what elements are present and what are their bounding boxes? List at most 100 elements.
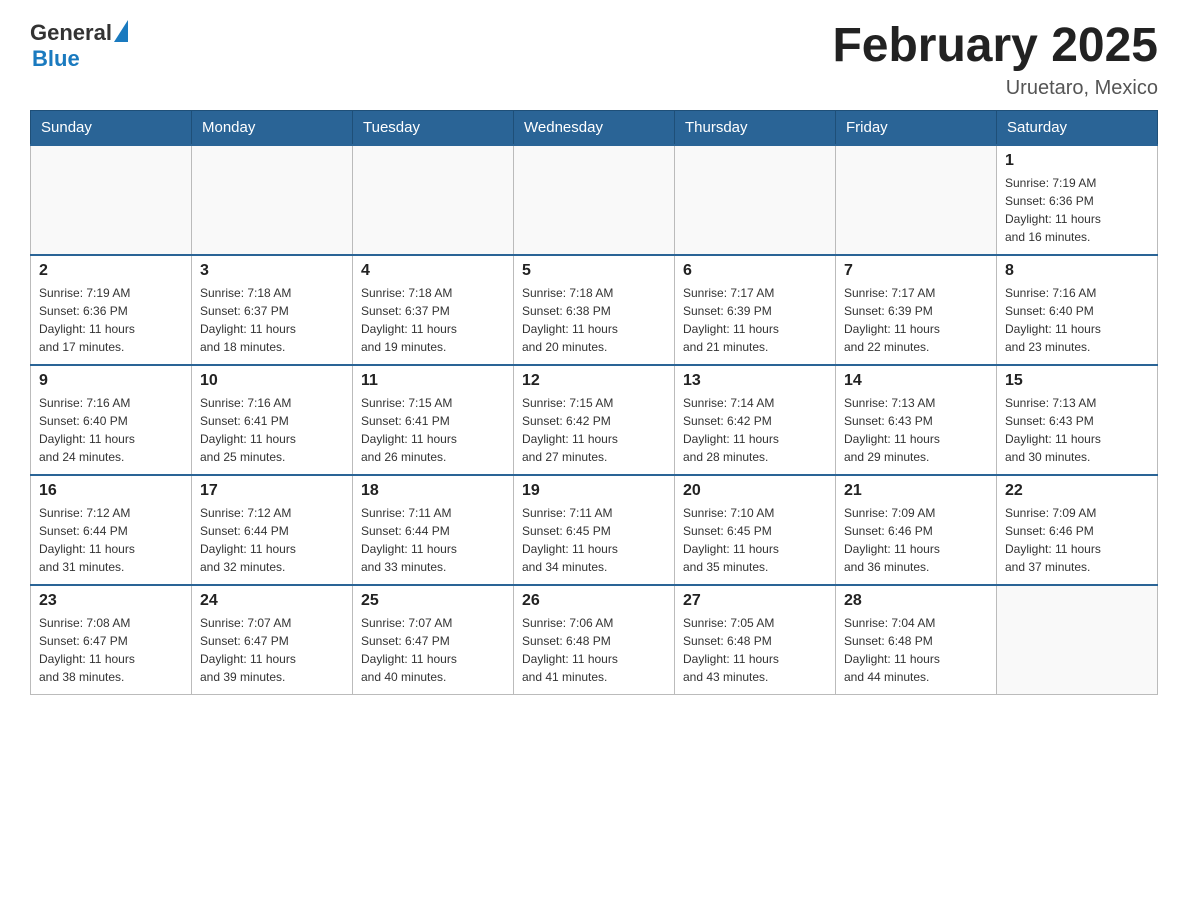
col-header-monday: Monday	[192, 110, 353, 145]
day-number: 25	[361, 592, 505, 610]
day-info: Sunrise: 7:16 AMSunset: 6:41 PMDaylight:…	[200, 394, 344, 466]
day-number: 14	[844, 372, 988, 390]
calendar-cell-w3-d1: 10 Sunrise: 7:16 AMSunset: 6:41 PMDayligh…	[192, 365, 353, 475]
day-info: Sunrise: 7:15 AMSunset: 6:41 PMDaylight:…	[361, 394, 505, 466]
day-info: Sunrise: 7:09 AMSunset: 6:46 PMDaylight:…	[1005, 504, 1149, 576]
day-info: Sunrise: 7:13 AMSunset: 6:43 PMDaylight:…	[844, 394, 988, 466]
day-info: Sunrise: 7:16 AMSunset: 6:40 PMDaylight:…	[1005, 284, 1149, 356]
calendar-cell-w5-d2: 25 Sunrise: 7:07 AMSunset: 6:47 PMDayligh…	[353, 585, 514, 695]
logo-triangle-icon	[114, 20, 128, 42]
day-number: 22	[1005, 482, 1149, 500]
calendar-cell-w2-d3: 5 Sunrise: 7:18 AMSunset: 6:38 PMDaylight…	[514, 255, 675, 365]
day-info: Sunrise: 7:11 AMSunset: 6:44 PMDaylight:…	[361, 504, 505, 576]
day-number: 4	[361, 262, 505, 280]
col-header-saturday: Saturday	[997, 110, 1158, 145]
calendar-cell-w1-d0	[31, 145, 192, 255]
day-info: Sunrise: 7:16 AMSunset: 6:40 PMDaylight:…	[39, 394, 183, 466]
calendar-cell-w4-d4: 20Sunrise: 7:10 AMSunset: 6:45 PMDayligh…	[675, 475, 836, 585]
calendar-cell-w2-d5: 7Sunrise: 7:17 AMSunset: 6:39 PMDaylight…	[836, 255, 997, 365]
day-info: Sunrise: 7:06 AMSunset: 6:48 PMDaylight:…	[522, 614, 666, 686]
day-number: 23	[39, 592, 183, 610]
col-header-wednesday: Wednesday	[514, 110, 675, 145]
day-number: 28	[844, 592, 988, 610]
day-number: 18	[361, 482, 505, 500]
calendar-cell-w3-d5: 14 Sunrise: 7:13 AMSunset: 6:43 PMDayligh…	[836, 365, 997, 475]
day-info: Sunrise: 7:04 AMSunset: 6:48 PMDaylight:…	[844, 614, 988, 686]
day-number: 15	[1005, 372, 1149, 390]
day-info: Sunrise: 7:18 AMSunset: 6:38 PMDaylight:…	[522, 284, 666, 356]
calendar-cell-w1-d1	[192, 145, 353, 255]
day-info: Sunrise: 7:18 AMSunset: 6:37 PMDaylight:…	[200, 284, 344, 356]
calendar-cell-w5-d1: 24 Sunrise: 7:07 AMSunset: 6:47 PMDayligh…	[192, 585, 353, 695]
day-number: 9	[39, 372, 183, 390]
day-number: 7	[844, 262, 988, 280]
day-info: Sunrise: 7:08 AMSunset: 6:47 PMDaylight:…	[39, 614, 183, 686]
week-row-2: 2 Sunrise: 7:19 AMSunset: 6:36 PMDaylight…	[31, 255, 1158, 365]
day-info: Sunrise: 7:19 AMSunset: 6:36 PMDaylight:…	[39, 284, 183, 356]
day-number: 19	[522, 482, 666, 500]
page-header: General Blue February 2025 Uruetaro, Mex…	[30, 20, 1158, 100]
day-info: Sunrise: 7:09 AMSunset: 6:46 PMDaylight:…	[844, 504, 988, 576]
day-info: Sunrise: 7:13 AMSunset: 6:43 PMDaylight:…	[1005, 394, 1149, 466]
day-number: 13	[683, 372, 827, 390]
day-number: 8	[1005, 262, 1149, 280]
calendar-cell-w1-d5	[836, 145, 997, 255]
day-info: Sunrise: 7:12 AMSunset: 6:44 PMDaylight:…	[200, 504, 344, 576]
day-number: 5	[522, 262, 666, 280]
day-info: Sunrise: 7:12 AMSunset: 6:44 PMDaylight:…	[39, 504, 183, 576]
day-info: Sunrise: 7:07 AMSunset: 6:47 PMDaylight:…	[361, 614, 505, 686]
title-section: February 2025 Uruetaro, Mexico	[832, 20, 1158, 100]
day-number: 12	[522, 372, 666, 390]
month-title: February 2025	[832, 20, 1158, 73]
day-info: Sunrise: 7:18 AMSunset: 6:37 PMDaylight:…	[361, 284, 505, 356]
day-info: Sunrise: 7:05 AMSunset: 6:48 PMDaylight:…	[683, 614, 827, 686]
logo-blue-text: Blue	[32, 46, 128, 72]
day-number: 2	[39, 262, 183, 280]
day-number: 10	[200, 372, 344, 390]
calendar-cell-w5-d5: 28 Sunrise: 7:04 AMSunset: 6:48 PMDayligh…	[836, 585, 997, 695]
calendar-cell-w3-d4: 13 Sunrise: 7:14 AMSunset: 6:42 PMDayligh…	[675, 365, 836, 475]
day-info: Sunrise: 7:11 AMSunset: 6:45 PMDaylight:…	[522, 504, 666, 576]
col-header-friday: Friday	[836, 110, 997, 145]
calendar-header-row: Sunday Monday Tuesday Wednesday Thursday…	[31, 110, 1158, 145]
day-number: 17	[200, 482, 344, 500]
calendar-cell-w5-d0: 23 Sunrise: 7:08 AMSunset: 6:47 PMDayligh…	[31, 585, 192, 695]
col-header-tuesday: Tuesday	[353, 110, 514, 145]
day-number: 24	[200, 592, 344, 610]
day-number: 21	[844, 482, 988, 500]
calendar-cell-w1-d4	[675, 145, 836, 255]
calendar-cell-w2-d4: 6 Sunrise: 7:17 AMSunset: 6:39 PMDaylight…	[675, 255, 836, 365]
calendar-cell-w1-d6: 1 Sunrise: 7:19 AMSunset: 6:36 PMDaylight…	[997, 145, 1158, 255]
day-info: Sunrise: 7:07 AMSunset: 6:47 PMDaylight:…	[200, 614, 344, 686]
week-row-3: 9 Sunrise: 7:16 AMSunset: 6:40 PMDaylight…	[31, 365, 1158, 475]
day-number: 27	[683, 592, 827, 610]
logo-line1: General	[30, 20, 128, 46]
calendar-cell-w4-d5: 21 Sunrise: 7:09 AMSunset: 6:46 PMDayligh…	[836, 475, 997, 585]
logo-general-text: General	[30, 20, 112, 46]
day-number: 11	[361, 372, 505, 390]
calendar-cell-w3-d2: 11 Sunrise: 7:15 AMSunset: 6:41 PMDayligh…	[353, 365, 514, 475]
calendar-cell-w2-d1: 3Sunrise: 7:18 AMSunset: 6:37 PMDaylight…	[192, 255, 353, 365]
calendar-cell-w2-d2: 4 Sunrise: 7:18 AMSunset: 6:37 PMDaylight…	[353, 255, 514, 365]
day-number: 26	[522, 592, 666, 610]
calendar-cell-w4-d0: 16 Sunrise: 7:12 AMSunset: 6:44 PMDayligh…	[31, 475, 192, 585]
calendar-cell-w5-d6	[997, 585, 1158, 695]
week-row-5: 23 Sunrise: 7:08 AMSunset: 6:47 PMDayligh…	[31, 585, 1158, 695]
week-row-4: 16 Sunrise: 7:12 AMSunset: 6:44 PMDayligh…	[31, 475, 1158, 585]
calendar-table: Sunday Monday Tuesday Wednesday Thursday…	[30, 110, 1158, 696]
calendar-cell-w4-d1: 17 Sunrise: 7:12 AMSunset: 6:44 PMDayligh…	[192, 475, 353, 585]
calendar-cell-w3-d3: 12Sunrise: 7:15 AMSunset: 6:42 PMDayligh…	[514, 365, 675, 475]
day-number: 6	[683, 262, 827, 280]
calendar-cell-w3-d0: 9 Sunrise: 7:16 AMSunset: 6:40 PMDaylight…	[31, 365, 192, 475]
calendar-cell-w2-d6: 8 Sunrise: 7:16 AMSunset: 6:40 PMDaylight…	[997, 255, 1158, 365]
day-info: Sunrise: 7:19 AMSunset: 6:36 PMDaylight:…	[1005, 174, 1149, 246]
day-number: 20	[683, 482, 827, 500]
day-info: Sunrise: 7:14 AMSunset: 6:42 PMDaylight:…	[683, 394, 827, 466]
calendar-cell-w1-d2	[353, 145, 514, 255]
col-header-thursday: Thursday	[675, 110, 836, 145]
calendar-cell-w4-d6: 22 Sunrise: 7:09 AMSunset: 6:46 PMDayligh…	[997, 475, 1158, 585]
day-number: 1	[1005, 152, 1149, 170]
day-info: Sunrise: 7:17 AMSunset: 6:39 PMDaylight:…	[683, 284, 827, 356]
calendar-cell-w1-d3	[514, 145, 675, 255]
day-number: 16	[39, 482, 183, 500]
